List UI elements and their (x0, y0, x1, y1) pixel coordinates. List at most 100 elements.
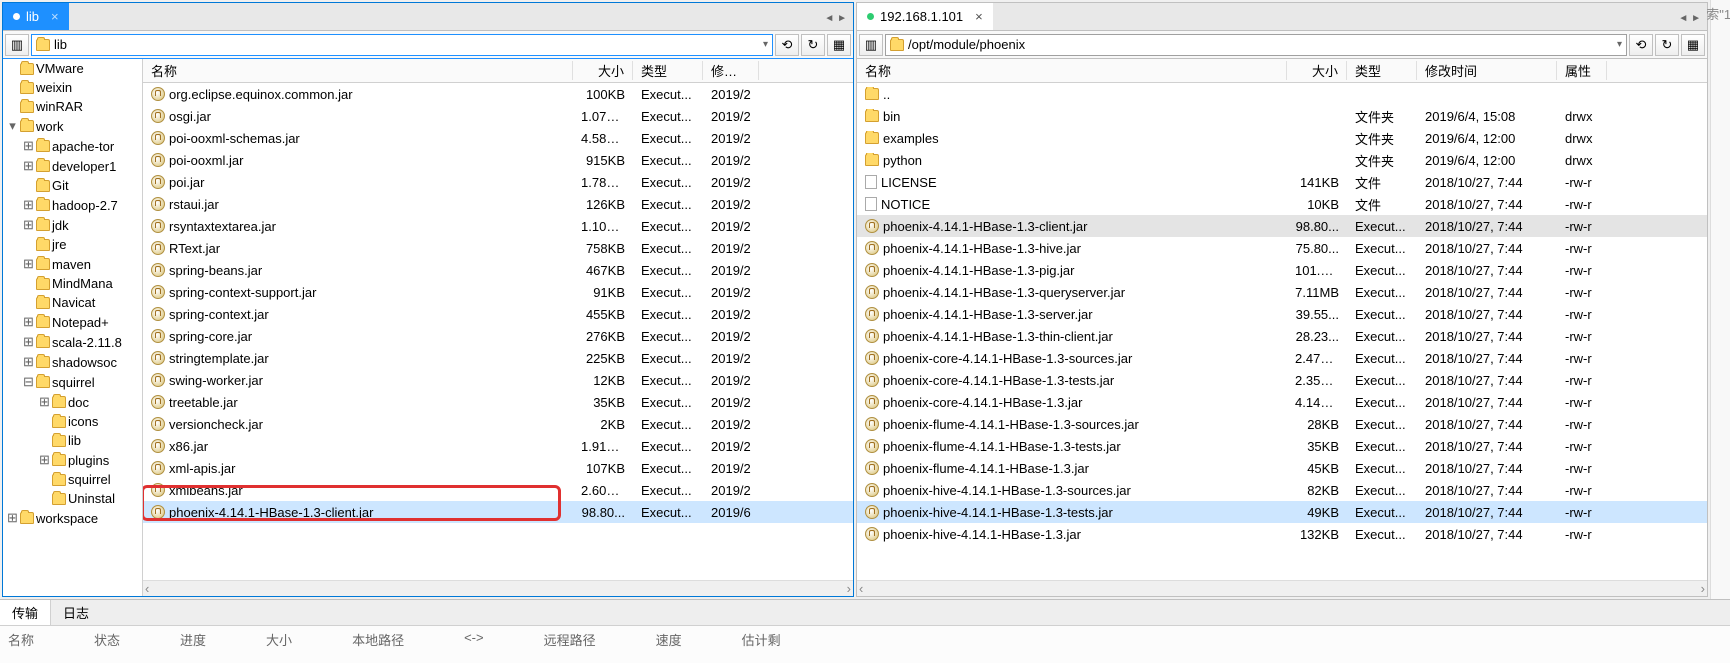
refresh-button[interactable]: ↻ (1655, 34, 1679, 56)
tree-item[interactable]: ⊞workspace (3, 508, 142, 528)
tree-item[interactable]: ⊞maven (3, 254, 142, 274)
file-row[interactable]: spring-beans.jar467KBExecut...2019/2 (143, 259, 853, 281)
file-row[interactable]: x86.jar1.91MBExecut...2019/2 (143, 435, 853, 457)
expand-icon[interactable]: ⊞ (23, 334, 34, 350)
tab-nav[interactable]: ◄ ► (818, 9, 853, 24)
file-row[interactable]: phoenix-flume-4.14.1-HBase-1.3-tests.jar… (857, 435, 1707, 457)
tree-item[interactable]: ⊞plugins (3, 450, 142, 470)
tree-item[interactable]: MindMana (3, 274, 142, 293)
col-size[interactable]: 大小 (573, 61, 633, 80)
tree-item[interactable]: Git (3, 176, 142, 195)
file-row[interactable]: LICENSE141KB文件2018/10/27, 7:44-rw-r (857, 171, 1707, 193)
h-scrollbar[interactable]: ‹› (857, 580, 1707, 596)
view-toggle-button[interactable]: ▥ (859, 34, 883, 56)
tree-item[interactable]: ⊞scala-2.11.8 (3, 332, 142, 352)
file-row[interactable]: phoenix-hive-4.14.1-HBase-1.3.jar132KBEx… (857, 523, 1707, 545)
tree-item[interactable]: icons (3, 412, 142, 431)
col-name[interactable]: 名称 (857, 61, 1287, 80)
file-row[interactable]: phoenix-4.14.1-HBase-1.3-thin-client.jar… (857, 325, 1707, 347)
file-row[interactable]: phoenix-4.14.1-HBase-1.3-hive.jar75.80..… (857, 237, 1707, 259)
tree-item[interactable]: weixin (3, 78, 142, 97)
layout-button[interactable]: ▦ (827, 34, 851, 56)
col-date[interactable]: 修改时间 (703, 61, 759, 80)
tree-item[interactable]: squirrel (3, 470, 142, 489)
history-button[interactable]: ⟲ (775, 34, 799, 56)
file-row[interactable]: examples文件夹2019/6/4, 12:00drwx (857, 127, 1707, 149)
file-row[interactable]: osgi.jar1.07MBExecut...2019/2 (143, 105, 853, 127)
tree-item[interactable]: Uninstal (3, 489, 142, 508)
file-row[interactable]: phoenix-4.14.1-HBase-1.3-server.jar39.55… (857, 303, 1707, 325)
file-row[interactable]: org.eclipse.equinox.common.jar100KBExecu… (143, 83, 853, 105)
view-toggle-button[interactable]: ▥ (5, 34, 29, 56)
dropdown-icon[interactable]: ▾ (763, 39, 768, 50)
file-row[interactable]: poi-ooxml-schemas.jar4.58MBExecut...2019… (143, 127, 853, 149)
expand-icon[interactable]: ⊞ (23, 138, 34, 154)
file-row[interactable]: bin文件夹2019/6/4, 15:08drwx (857, 105, 1707, 127)
file-row[interactable]: phoenix-flume-4.14.1-HBase-1.3-sources.j… (857, 413, 1707, 435)
layout-button[interactable]: ▦ (1681, 34, 1705, 56)
col-size[interactable]: 大小 (1287, 61, 1347, 80)
expand-icon[interactable]: ⊞ (23, 256, 34, 272)
file-row[interactable]: poi.jar1.78MBExecut...2019/2 (143, 171, 853, 193)
close-icon[interactable]: × (975, 9, 983, 24)
file-row[interactable]: spring-core.jar276KBExecut...2019/2 (143, 325, 853, 347)
folder-tree[interactable]: VMwareweixinwinRAR▾work⊞apache-tor⊞devel… (3, 59, 143, 596)
file-row[interactable]: treetable.jar35KBExecut...2019/2 (143, 391, 853, 413)
tree-item[interactable]: jre (3, 235, 142, 254)
file-rows[interactable]: ..bin文件夹2019/6/4, 15:08drwxexamples文件夹20… (857, 83, 1707, 580)
expand-icon[interactable]: ⊞ (23, 158, 34, 174)
tree-item[interactable]: lib (3, 431, 142, 450)
expand-icon[interactable]: ⊞ (23, 197, 34, 213)
file-row[interactable]: phoenix-core-4.14.1-HBase-1.3-tests.jar2… (857, 369, 1707, 391)
expand-icon[interactable]: ⊞ (23, 314, 34, 330)
tree-item[interactable]: ⊞doc (3, 392, 142, 412)
file-rows[interactable]: org.eclipse.equinox.common.jar100KBExecu… (143, 83, 853, 580)
tree-item[interactable]: ⊞jdk (3, 215, 142, 235)
expand-icon[interactable]: ⊞ (7, 510, 18, 526)
file-row[interactable]: phoenix-core-4.14.1-HBase-1.3.jar4.14MBE… (857, 391, 1707, 413)
path-input[interactable] (908, 37, 1613, 52)
tree-item[interactable]: ⊞Notepad+ (3, 312, 142, 332)
file-row[interactable]: phoenix-4.14.1-HBase-1.3-pig.jar101.93..… (857, 259, 1707, 281)
file-row[interactable]: phoenix-flume-4.14.1-HBase-1.3.jar45KBEx… (857, 457, 1707, 479)
path-bar[interactable]: ▾ (885, 34, 1627, 56)
expand-icon[interactable]: ⊞ (39, 452, 50, 468)
tree-item[interactable]: ⊞hadoop-2.7 (3, 195, 142, 215)
file-row[interactable]: phoenix-4.14.1-HBase-1.3-client.jar98.80… (143, 501, 853, 523)
file-row[interactable]: xmlbeans.jar2.60MBExecut...2019/2 (143, 479, 853, 501)
file-row[interactable]: NOTICE10KB文件2018/10/27, 7:44-rw-r (857, 193, 1707, 215)
tree-item[interactable]: ⊞shadowsoc (3, 352, 142, 372)
expand-icon[interactable]: ⊞ (39, 394, 50, 410)
tree-item[interactable]: winRAR (3, 97, 142, 116)
tree-item[interactable]: ⊞developer1 (3, 156, 142, 176)
file-row[interactable]: stringtemplate.jar225KBExecut...2019/2 (143, 347, 853, 369)
expand-icon[interactable]: ⊟ (23, 374, 34, 390)
expand-icon[interactable]: ▾ (7, 118, 18, 134)
file-row[interactable]: spring-context-support.jar91KBExecut...2… (143, 281, 853, 303)
tab-transfer[interactable]: 传输 (0, 600, 51, 625)
refresh-button[interactable]: ↻ (801, 34, 825, 56)
tree-item[interactable]: ⊟squirrel (3, 372, 142, 392)
file-row[interactable]: rsyntaxtextarea.jar1.10MBExecut...2019/2 (143, 215, 853, 237)
file-row[interactable]: RText.jar758KBExecut...2019/2 (143, 237, 853, 259)
left-tab[interactable]: lib × (3, 3, 69, 30)
file-row[interactable]: phoenix-hive-4.14.1-HBase-1.3-tests.jar4… (857, 501, 1707, 523)
tree-item[interactable]: ▾work (3, 116, 142, 136)
file-row[interactable]: versioncheck.jar2KBExecut...2019/2 (143, 413, 853, 435)
file-row[interactable]: python文件夹2019/6/4, 12:00drwx (857, 149, 1707, 171)
col-date[interactable]: 修改时间 (1417, 61, 1557, 80)
close-icon[interactable]: × (51, 9, 59, 24)
history-button[interactable]: ⟲ (1629, 34, 1653, 56)
expand-icon[interactable]: ⊞ (23, 217, 34, 233)
tree-item[interactable]: Navicat (3, 293, 142, 312)
file-row[interactable]: .. (857, 83, 1707, 105)
file-row[interactable]: phoenix-4.14.1-HBase-1.3-client.jar98.80… (857, 215, 1707, 237)
file-row[interactable]: poi-ooxml.jar915KBExecut...2019/2 (143, 149, 853, 171)
file-row[interactable]: swing-worker.jar12KBExecut...2019/2 (143, 369, 853, 391)
path-input[interactable] (54, 37, 759, 52)
col-type[interactable]: 类型 (1347, 61, 1417, 80)
dropdown-icon[interactable]: ▾ (1617, 39, 1622, 50)
file-row[interactable]: phoenix-core-4.14.1-HBase-1.3-sources.ja… (857, 347, 1707, 369)
col-name[interactable]: 名称 (143, 61, 573, 80)
file-row[interactable]: xml-apis.jar107KBExecut...2019/2 (143, 457, 853, 479)
